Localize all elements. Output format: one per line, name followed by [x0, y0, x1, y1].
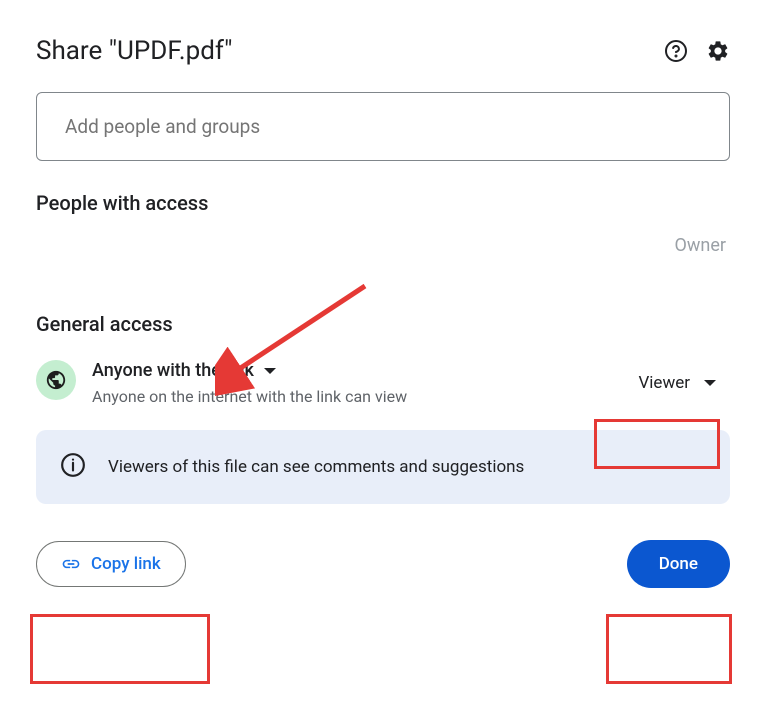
general-access-heading: General access: [36, 312, 730, 336]
info-icon: [60, 452, 86, 482]
share-dialog: Share "UPDF.pdf" People with access Owne…: [0, 0, 766, 714]
dialog-header: Share "UPDF.pdf": [36, 36, 730, 66]
access-scope-label: Anyone with the link: [92, 360, 254, 381]
people-with-access-heading: People with access: [36, 191, 730, 215]
role-label: Viewer: [638, 373, 690, 393]
role-dropdown[interactable]: Viewer: [624, 363, 730, 403]
general-access-row: Anyone with the link Anyone on the inter…: [36, 360, 730, 406]
chevron-down-icon: [264, 368, 276, 374]
access-text-group: Anyone with the link Anyone on the inter…: [92, 360, 407, 406]
access-scope-group: Anyone with the link Anyone on the inter…: [36, 360, 407, 406]
owner-role-label: Owner: [675, 235, 727, 256]
copy-link-label: Copy link: [91, 554, 161, 574]
info-banner-text: Viewers of this file can see comments an…: [108, 457, 524, 477]
globe-icon: [36, 360, 76, 400]
dialog-footer: Copy link Done: [36, 540, 730, 588]
help-icon[interactable]: [664, 39, 688, 63]
access-scope-description: Anyone on the internet with the link can…: [92, 387, 407, 406]
header-actions: [664, 39, 730, 63]
done-button[interactable]: Done: [627, 540, 730, 588]
chevron-down-icon: [704, 380, 716, 386]
copy-link-button[interactable]: Copy link: [36, 541, 186, 587]
access-scope-dropdown[interactable]: Anyone with the link: [92, 360, 407, 381]
info-banner: Viewers of this file can see comments an…: [36, 430, 730, 504]
settings-icon[interactable]: [706, 39, 730, 63]
dialog-title: Share "UPDF.pdf": [36, 36, 232, 66]
link-icon: [61, 554, 81, 574]
add-people-input[interactable]: [36, 92, 730, 161]
owner-row: Owner: [36, 235, 730, 256]
